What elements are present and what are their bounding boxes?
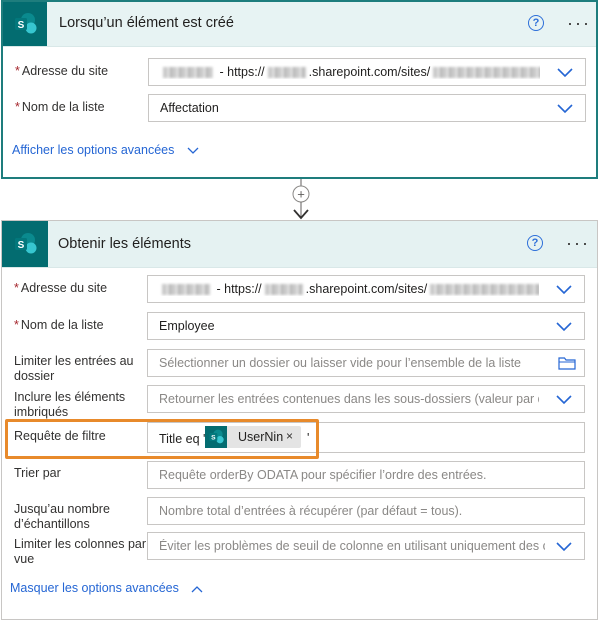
required-mark: * <box>15 64 20 78</box>
nested-items-label: Inclure les éléments imbriqués <box>14 390 126 419</box>
action-card-header[interactable]: S Obtenir les éléments ? ··· <box>2 221 597 268</box>
required-mark: * <box>14 318 19 332</box>
trigger-card: S Lorsqu’un élément est créé ? ··· * Adre… <box>1 0 598 179</box>
trigger-card-header[interactable]: S Lorsqu’un élément est créé ? ··· <box>3 2 596 47</box>
chevron-down-icon[interactable] <box>556 320 572 332</box>
order-by-label: Trier par <box>14 466 61 480</box>
help-icon[interactable]: ? <box>528 15 544 31</box>
chevron-down-icon[interactable] <box>556 283 572 295</box>
list-name-dropdown[interactable]: Employee <box>147 312 585 340</box>
redacted-text <box>430 284 539 296</box>
svg-text:S: S <box>18 20 25 31</box>
nested-items-dropdown[interactable]: Retourner les entrées contenues dans les… <box>147 385 585 413</box>
site-address-label: * Adresse du site <box>15 64 109 78</box>
help-icon[interactable]: ? <box>527 235 543 251</box>
add-step-glyph[interactable]: + <box>297 187 305 202</box>
limit-entries-label: Limiter les entrées au dossier <box>14 354 134 383</box>
limit-entries-placeholder: Sélectionner un dossier ou laisser vide … <box>159 356 522 370</box>
show-advanced-options-link[interactable]: Afficher les options avancées <box>12 143 199 157</box>
folder-icon[interactable] <box>558 357 576 370</box>
chevron-up-icon <box>191 585 203 593</box>
site-address-dropdown[interactable]: - https://.sharepoint.com/sites/ <box>147 275 585 303</box>
site-address-value: - https://.sharepoint.com/sites/ <box>159 282 539 296</box>
list-name-value: Affectation <box>160 101 219 115</box>
sharepoint-logo-icon: S <box>2 221 48 267</box>
limit-columns-label: Limiter les colonnes par vue <box>14 537 147 566</box>
nested-items-placeholder: Retourner les entrées contenues dans les… <box>159 392 539 406</box>
filter-query-highlight <box>5 419 319 459</box>
order-by-field[interactable]: Requête orderBy ODATA pour spécifier l’o… <box>147 461 585 489</box>
top-count-label: Jusqu’au nombre d’échantillons <box>14 502 110 531</box>
top-count-field[interactable]: Nombre total d’entrées à récupérer (par … <box>147 497 585 525</box>
redacted-text <box>162 284 210 296</box>
limit-columns-dropdown[interactable]: Éviter les problèmes de seuil de colonne… <box>147 532 585 560</box>
list-name-label: * Nom de la liste <box>15 100 105 114</box>
trigger-title: Lorsqu’un élément est créé <box>59 15 234 31</box>
sharepoint-logo-icon: S <box>3 2 47 46</box>
svg-text:S: S <box>18 240 25 251</box>
step-connector: + <box>292 179 310 220</box>
chevron-down-icon <box>187 147 199 154</box>
redacted-text <box>433 67 540 79</box>
required-mark: * <box>14 281 19 295</box>
site-address-label: * Adresse du site <box>14 281 108 295</box>
site-address-value: - https://.sharepoint.com/sites/ <box>160 65 540 79</box>
more-options-icon[interactable]: ··· <box>567 13 591 34</box>
required-mark: * <box>15 100 20 114</box>
redacted-text <box>267 67 306 79</box>
chevron-down-icon[interactable] <box>556 393 572 405</box>
action-title: Obtenir les éléments <box>58 236 191 252</box>
site-address-dropdown[interactable]: - https://.sharepoint.com/sites/ <box>148 58 586 86</box>
limit-columns-placeholder: Éviter les problèmes de seuil de colonne… <box>159 539 545 553</box>
list-name-label: * Nom de la liste <box>14 318 104 332</box>
hide-advanced-options-link[interactable]: Masquer les options avancées <box>10 581 203 595</box>
chevron-down-icon[interactable] <box>557 66 573 78</box>
top-count-placeholder: Nombre total d’entrées à récupérer (par … <box>159 504 463 518</box>
chevron-down-icon[interactable] <box>556 540 572 552</box>
list-name-dropdown[interactable]: Affectation <box>148 94 586 122</box>
order-by-placeholder: Requête orderBy ODATA pour spécifier l’o… <box>159 468 487 482</box>
redacted-text <box>163 67 213 79</box>
limit-entries-field[interactable]: Sélectionner un dossier ou laisser vide … <box>147 349 585 377</box>
redacted-text <box>264 284 303 296</box>
more-options-icon[interactable]: ··· <box>566 233 590 254</box>
chevron-down-icon[interactable] <box>557 102 573 114</box>
list-name-value: Employee <box>159 319 215 333</box>
